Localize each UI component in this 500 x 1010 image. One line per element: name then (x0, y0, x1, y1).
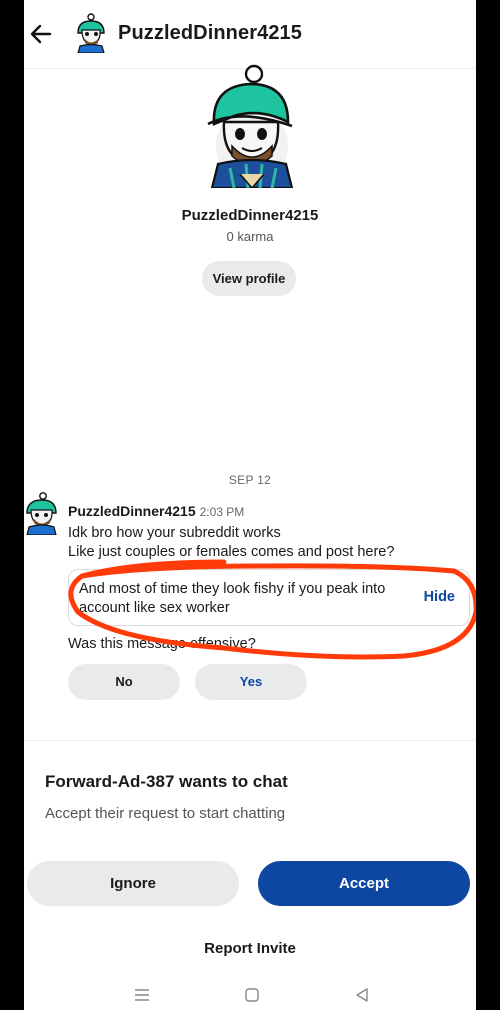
offensive-prompt: Was this message offensive? (68, 636, 256, 652)
chat-screen: PuzzledDinner4215 PuzzledDinner4215 0 ka… (24, 0, 476, 1010)
top-bar: PuzzledDinner4215 (24, 0, 476, 69)
chat-request-title: Forward-Ad-387 wants to chat (45, 772, 288, 791)
chat-request-subtitle: Accept their request to start chatting (45, 805, 286, 822)
message-line: Like just couples or females comes and p… (68, 544, 395, 560)
system-nav-bar (24, 978, 476, 1010)
recent-apps-icon[interactable] (132, 986, 152, 1004)
yes-button[interactable]: Yes (195, 664, 307, 700)
message-header: PuzzledDinner4215 2:03 PM (68, 503, 244, 519)
home-icon[interactable] (242, 986, 262, 1004)
hide-button[interactable]: Hide (424, 589, 455, 605)
view-profile-button[interactable]: View profile (202, 261, 296, 296)
header-avatar[interactable] (74, 13, 108, 53)
date-separator: SEP 12 (228, 473, 272, 487)
accept-button[interactable]: Accept (258, 861, 470, 906)
profile-karma: 0 karma (226, 229, 274, 244)
section-divider (24, 740, 476, 741)
report-invite-button[interactable]: Report Invite (24, 940, 476, 957)
profile-avatar (207, 64, 294, 188)
hidden-message-box: And most of time they look fishy if you … (68, 569, 470, 626)
hidden-message-text: And most of time they look fishy if you … (79, 581, 386, 616)
ignore-button[interactable]: Ignore (27, 861, 239, 906)
message-time: 2:03 PM (199, 505, 245, 519)
message-author[interactable]: PuzzledDinner4215 (68, 503, 196, 519)
back-arrow-icon[interactable] (28, 20, 54, 48)
back-triangle-icon[interactable] (352, 986, 372, 1004)
no-button[interactable]: No (68, 664, 180, 700)
message-line: Idk bro how your subreddit works (68, 525, 281, 541)
message-avatar[interactable] (24, 491, 58, 535)
header-title[interactable]: PuzzledDinner4215 (118, 22, 302, 45)
profile-name: PuzzledDinner4215 (181, 207, 319, 224)
